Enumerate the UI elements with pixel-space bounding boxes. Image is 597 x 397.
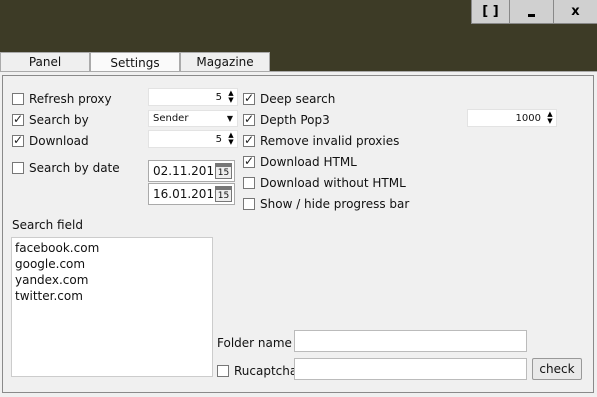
minimize-icon (528, 14, 535, 17)
search-by-checkbox[interactable] (12, 112, 24, 126)
close-button[interactable]: x (553, 0, 597, 24)
settings-frame: Refresh proxy 5 ▲▼ Search by Sender ▼ Do… (2, 75, 594, 393)
date-to-value: 16.01.2019 (153, 187, 222, 201)
search-by-option[interactable]: Search by (12, 112, 89, 127)
calendar-icon[interactable]: 15 (215, 186, 232, 202)
date-to-picker[interactable]: 16.01.2019 15 (148, 183, 235, 205)
refresh-proxy-value: 5 (215, 91, 222, 103)
rucaptcha-label: Rucaptcha (234, 364, 298, 378)
download-checkbox[interactable] (12, 133, 24, 147)
title-bar: [ ] x (0, 0, 597, 52)
download-stepper[interactable]: 5 ▲ ▼ (148, 130, 238, 148)
date-from-value: 02.11.2017 (153, 164, 222, 178)
download-option[interactable]: Download (12, 133, 89, 148)
tab-panel[interactable]: Panel (0, 52, 90, 71)
search-by-select[interactable]: Sender ▼ (148, 110, 238, 127)
search-by-date-checkbox[interactable] (12, 162, 24, 174)
depth-pop3-stepper[interactable]: 1000 ▲ ▼ (467, 109, 557, 127)
date-from-picker[interactable]: 02.11.2017 15 (148, 160, 235, 182)
remove-invalid-proxies-option[interactable]: Remove invalid proxies (243, 133, 400, 148)
list-item[interactable]: twitter.com (15, 288, 209, 304)
search-by-date-option[interactable]: Search by date (12, 161, 120, 175)
download-html-option[interactable]: Download HTML (243, 154, 357, 169)
download-without-html-label: Download without HTML (260, 176, 406, 190)
check-button[interactable]: check (532, 358, 582, 380)
rucaptcha-checkbox[interactable] (217, 365, 229, 377)
depth-pop3-option[interactable]: Depth Pop3 (243, 112, 330, 127)
stepper-arrows-icon[interactable]: ▲ ▼ (545, 111, 555, 125)
rucaptcha-option[interactable]: Rucaptcha (217, 364, 297, 378)
refresh-proxy-checkbox[interactable] (12, 93, 24, 105)
search-by-date-label: Search by date (29, 161, 120, 175)
list-item[interactable]: google.com (15, 256, 209, 272)
depth-pop3-checkbox[interactable] (243, 112, 255, 126)
chevron-down-icon: ▼ (226, 114, 233, 123)
depth-pop3-label: Depth Pop3 (260, 113, 330, 127)
download-html-label: Download HTML (260, 155, 357, 169)
search-by-label: Search by (29, 113, 89, 127)
download-value: 5 (215, 133, 222, 145)
minimize-button[interactable] (509, 0, 553, 24)
deep-search-checkbox[interactable] (243, 91, 255, 105)
deep-search-label: Deep search (260, 92, 336, 106)
refresh-proxy-option[interactable]: Refresh proxy (12, 92, 112, 106)
download-html-checkbox[interactable] (243, 154, 255, 168)
show-hide-progress-checkbox[interactable] (243, 198, 255, 210)
folder-name-input[interactable] (294, 330, 527, 352)
stepper-arrows-icon[interactable]: ▲ ▼ (226, 132, 236, 146)
tab-bar: Panel Settings Magazine (0, 52, 597, 72)
tab-magazine[interactable]: Magazine (180, 52, 270, 71)
restore-button[interactable]: [ ] (471, 0, 509, 24)
refresh-proxy-stepper[interactable]: 5 ▲ ▼ (148, 88, 238, 106)
remove-invalid-proxies-label: Remove invalid proxies (260, 134, 400, 148)
remove-invalid-proxies-checkbox[interactable] (243, 133, 255, 147)
deep-search-option[interactable]: Deep search (243, 91, 336, 106)
settings-panel: Refresh proxy 5 ▲▼ Search by Sender ▼ Do… (0, 71, 597, 397)
search-by-selected: Sender (153, 113, 189, 124)
depth-pop3-value: 1000 (515, 112, 541, 124)
download-without-html-checkbox[interactable] (243, 177, 255, 189)
rucaptcha-input[interactable] (294, 358, 527, 380)
search-field-label: Search field (12, 218, 83, 232)
list-item[interactable]: yandex.com (15, 272, 209, 288)
download-without-html-option[interactable]: Download without HTML (243, 176, 406, 190)
refresh-proxy-label: Refresh proxy (29, 92, 112, 106)
search-field-list[interactable]: facebook.com google.com yandex.com twitt… (11, 237, 213, 377)
download-label: Download (29, 134, 89, 148)
calendar-icon[interactable]: 15 (215, 163, 232, 179)
show-hide-progress-label: Show / hide progress bar (260, 197, 410, 211)
list-item[interactable]: facebook.com (15, 240, 209, 256)
folder-name-label: Folder name (217, 336, 292, 350)
show-hide-progress-option[interactable]: Show / hide progress bar (243, 197, 409, 211)
stepper-arrows-icon[interactable]: ▲ ▼ (226, 90, 236, 104)
window-controls: [ ] x (471, 0, 597, 24)
tab-settings[interactable]: Settings (90, 52, 180, 72)
